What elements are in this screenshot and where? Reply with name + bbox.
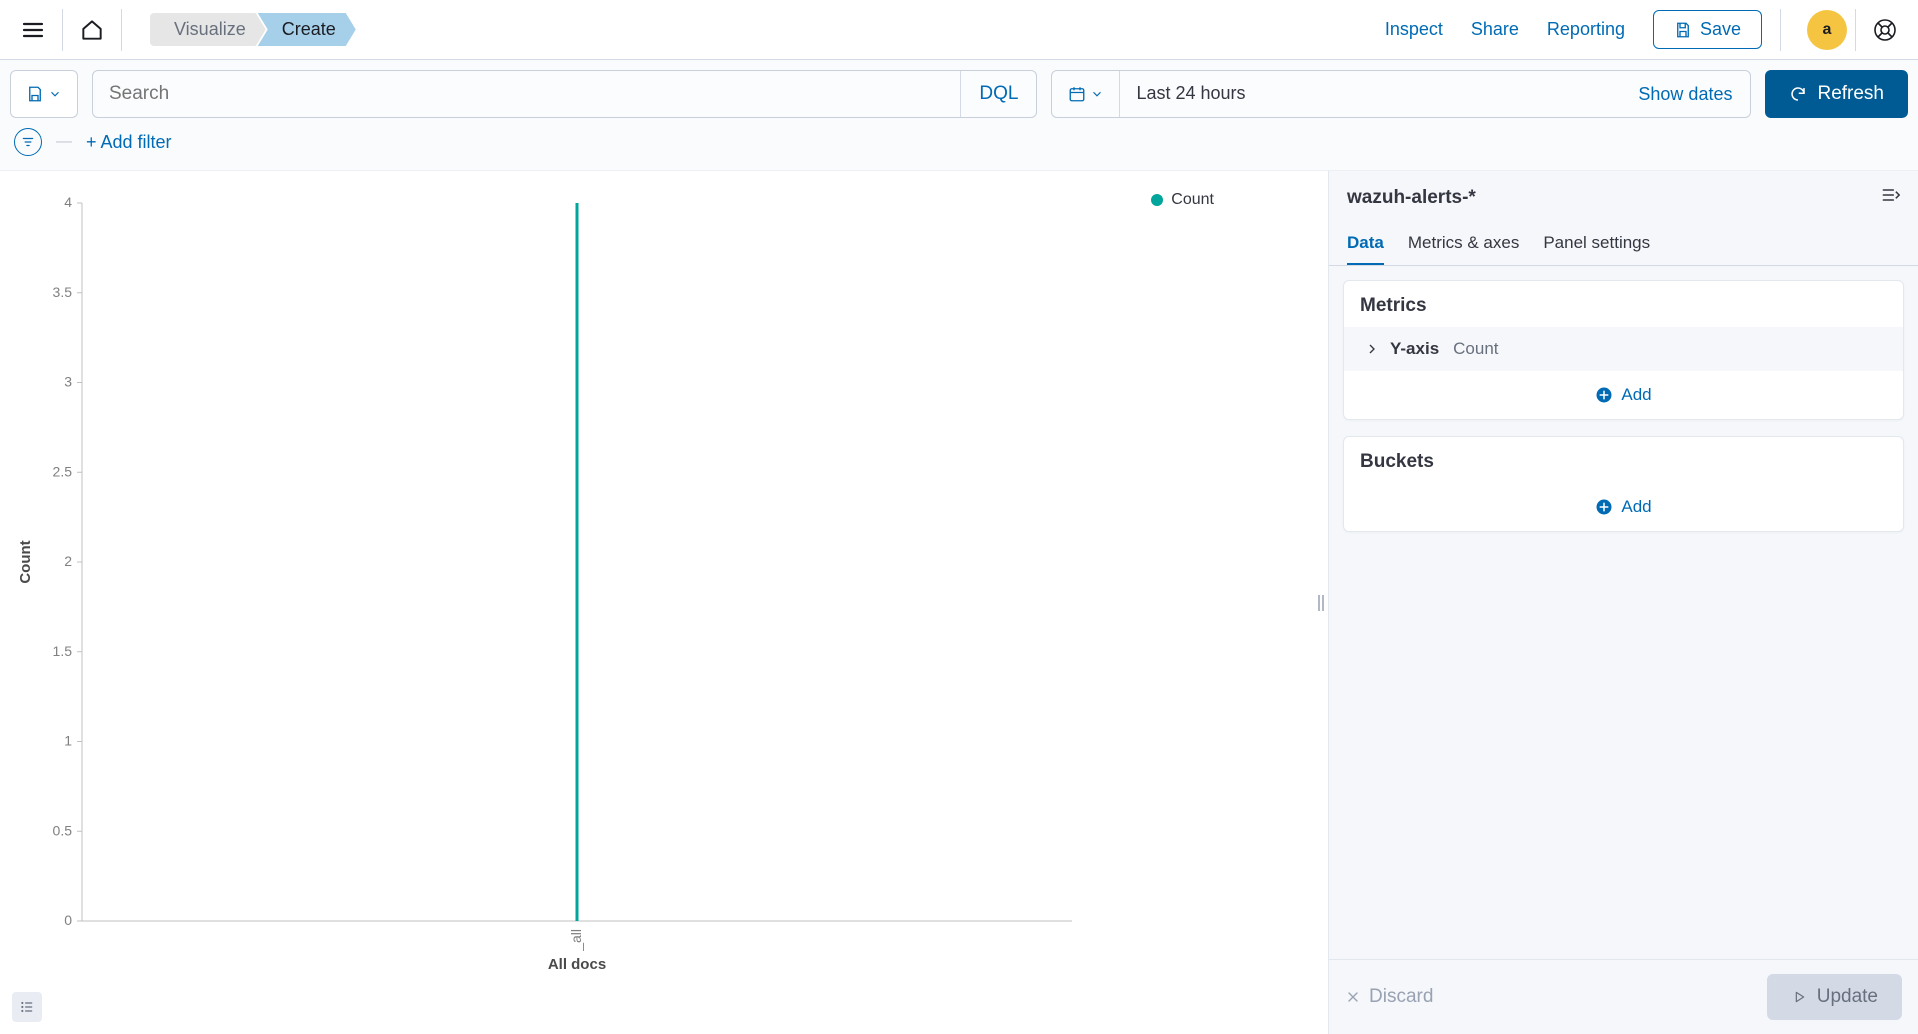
metric-row-yaxis[interactable]: Y-axis Count bbox=[1344, 327, 1903, 371]
metric-value: Count bbox=[1453, 339, 1498, 359]
filter-options-button[interactable] bbox=[14, 128, 42, 156]
panel-body: Metrics Y-axis Count Add Buckets Add bbox=[1329, 266, 1918, 959]
panel-tabs: Data Metrics & axes Panel settings bbox=[1329, 225, 1918, 266]
plus-circle-icon bbox=[1595, 386, 1613, 404]
drag-handle-icon bbox=[1317, 591, 1325, 615]
add-bucket-label: Add bbox=[1621, 497, 1651, 517]
legend-toggle-button[interactable] bbox=[12, 992, 42, 1022]
plus-circle-icon bbox=[1595, 498, 1613, 516]
tab-metrics-axes[interactable]: Metrics & axes bbox=[1408, 225, 1519, 265]
lifebuoy-icon bbox=[1873, 18, 1897, 42]
date-picker: Last 24 hours Show dates bbox=[1051, 70, 1751, 118]
list-icon bbox=[19, 999, 35, 1015]
filter-separator: — bbox=[56, 133, 72, 151]
dql-toggle[interactable]: DQL bbox=[960, 71, 1036, 117]
svg-text:0: 0 bbox=[64, 912, 72, 928]
help-button[interactable] bbox=[1864, 9, 1906, 51]
legend[interactable]: Count bbox=[1151, 191, 1214, 209]
share-link[interactable]: Share bbox=[1471, 19, 1519, 40]
svg-text:2.5: 2.5 bbox=[53, 463, 73, 479]
add-metric-label: Add bbox=[1621, 385, 1651, 405]
panel-footer: Discard Update bbox=[1329, 959, 1918, 1034]
legend-label: Count bbox=[1171, 191, 1214, 209]
panel-resize-handle[interactable] bbox=[1314, 171, 1328, 1034]
update-label: Update bbox=[1817, 986, 1878, 1008]
discard-button[interactable]: Discard bbox=[1345, 986, 1433, 1008]
chart-pane: Count 0 0.5 1 1.5 2 2.5 3 3.5 4 Count _all All docs bbox=[0, 171, 1314, 1034]
disk-icon bbox=[26, 85, 44, 103]
update-button[interactable]: Update bbox=[1767, 974, 1902, 1020]
svg-text:4: 4 bbox=[64, 194, 72, 210]
breadcrumb-create[interactable]: Create bbox=[258, 13, 356, 46]
svg-text:2: 2 bbox=[64, 553, 72, 569]
time-range-display[interactable]: Last 24 hours bbox=[1120, 71, 1620, 117]
save-button[interactable]: Save bbox=[1653, 10, 1762, 49]
top-nav: Visualize Create Inspect Share Reporting… bbox=[0, 0, 1918, 60]
reporting-link[interactable]: Reporting bbox=[1547, 19, 1625, 40]
refresh-label: Refresh bbox=[1817, 83, 1884, 105]
svg-text:3: 3 bbox=[64, 374, 72, 390]
panel-header: wazuh-alerts-* bbox=[1329, 171, 1918, 225]
svg-text:3.5: 3.5 bbox=[53, 284, 73, 300]
svg-text:All docs: All docs bbox=[548, 956, 606, 973]
workspace: Count 0 0.5 1 1.5 2 2.5 3 3.5 4 Count _all All docs… bbox=[0, 171, 1918, 1034]
chevron-down-icon bbox=[48, 87, 62, 101]
calendar-icon bbox=[1068, 85, 1086, 103]
add-filter-link[interactable]: + Add filter bbox=[86, 132, 172, 153]
index-pattern-label: wazuh-alerts-* bbox=[1347, 187, 1476, 209]
nav-divider bbox=[121, 9, 122, 51]
avatar[interactable]: a bbox=[1807, 10, 1847, 50]
metric-label: Y-axis bbox=[1390, 339, 1439, 359]
svg-text:0.5: 0.5 bbox=[53, 822, 73, 838]
home-button[interactable] bbox=[71, 9, 113, 51]
hamburger-icon bbox=[21, 18, 45, 42]
menu-button[interactable] bbox=[12, 9, 54, 51]
search-box: DQL bbox=[92, 70, 1037, 118]
breadcrumbs: Visualize Create bbox=[150, 13, 348, 46]
home-icon bbox=[79, 17, 105, 43]
close-icon bbox=[1345, 989, 1361, 1005]
saved-queries-button[interactable] bbox=[10, 70, 78, 118]
add-metric-button[interactable]: Add bbox=[1344, 371, 1903, 419]
query-bar: DQL Last 24 hours Show dates Refresh bbox=[0, 60, 1918, 118]
date-quick-button[interactable] bbox=[1052, 71, 1120, 117]
refresh-icon bbox=[1789, 85, 1807, 103]
chevron-down-icon bbox=[1090, 87, 1104, 101]
metrics-title: Metrics bbox=[1344, 281, 1903, 327]
chevron-right-icon bbox=[1364, 341, 1380, 357]
discard-label: Discard bbox=[1369, 986, 1433, 1008]
buckets-title: Buckets bbox=[1344, 437, 1903, 483]
buckets-card: Buckets Add bbox=[1343, 436, 1904, 532]
tab-data[interactable]: Data bbox=[1347, 225, 1384, 265]
nav-divider bbox=[62, 9, 63, 51]
metrics-card: Metrics Y-axis Count Add bbox=[1343, 280, 1904, 420]
menu-right-icon bbox=[1880, 185, 1900, 205]
svg-text:1: 1 bbox=[64, 733, 72, 749]
add-bucket-button[interactable]: Add bbox=[1344, 483, 1903, 531]
refresh-button[interactable]: Refresh bbox=[1765, 70, 1908, 118]
filter-bar: — + Add filter bbox=[0, 118, 1918, 171]
inspect-link[interactable]: Inspect bbox=[1385, 19, 1443, 40]
nav-divider bbox=[1780, 9, 1781, 51]
svg-text:Count: Count bbox=[17, 540, 34, 583]
bar-chart: 0 0.5 1 1.5 2 2.5 3 3.5 4 Count _all All docs bbox=[12, 191, 1092, 981]
nav-links: Inspect Share Reporting Save bbox=[1385, 10, 1762, 49]
show-dates-link[interactable]: Show dates bbox=[1620, 71, 1750, 117]
legend-swatch bbox=[1151, 194, 1163, 206]
play-icon bbox=[1791, 989, 1807, 1005]
nav-divider bbox=[1855, 9, 1856, 51]
panel-collapse-button[interactable] bbox=[1880, 185, 1900, 211]
config-panel: wazuh-alerts-* Data Metrics & axes Panel… bbox=[1328, 171, 1918, 1034]
save-label: Save bbox=[1700, 19, 1741, 40]
filter-icon bbox=[21, 135, 35, 149]
svg-text:1.5: 1.5 bbox=[53, 643, 73, 659]
svg-text:_all: _all bbox=[568, 929, 584, 952]
breadcrumb-visualize[interactable]: Visualize bbox=[150, 13, 266, 46]
tab-panel-settings[interactable]: Panel settings bbox=[1543, 225, 1650, 265]
search-input[interactable] bbox=[93, 71, 960, 117]
save-icon bbox=[1674, 21, 1692, 39]
